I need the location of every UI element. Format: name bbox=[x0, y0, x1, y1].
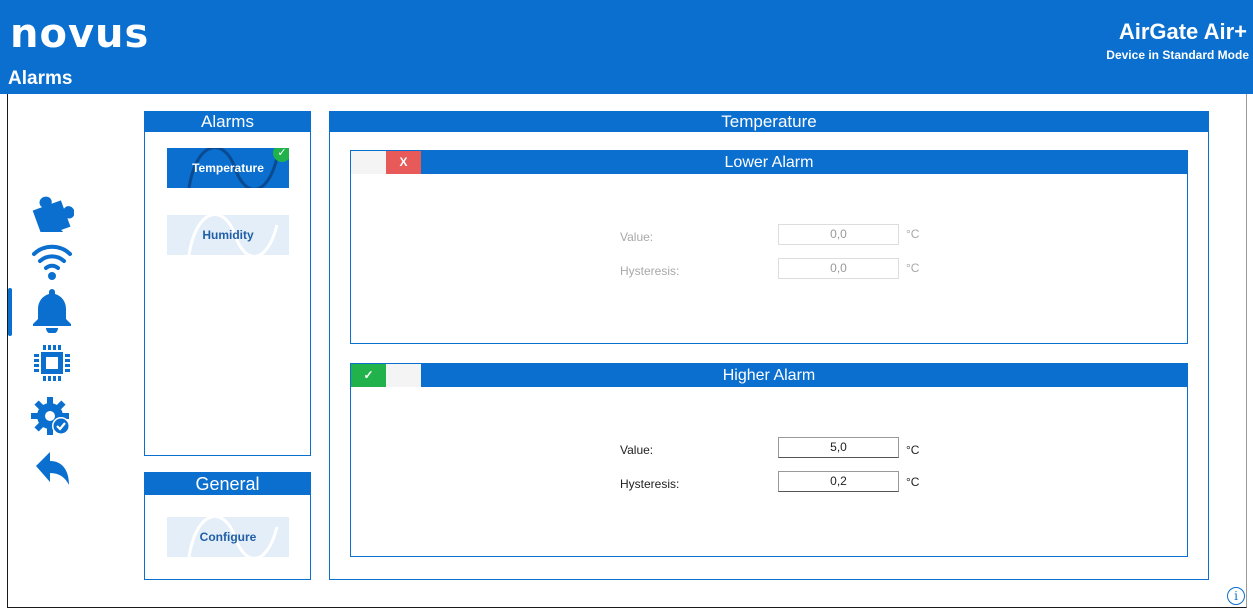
lower-alarm-title: Lower Alarm bbox=[724, 154, 814, 171]
device-mode: Device in Standard Mode bbox=[1106, 48, 1249, 62]
lower-hysteresis-label: Hysteresis: bbox=[620, 264, 680, 278]
app-window: novus Alarms AirGate Air+ Device in Stan… bbox=[0, 0, 1253, 610]
lower-hysteresis-input[interactable]: 0,0 bbox=[778, 258, 899, 279]
nav-device[interactable] bbox=[26, 340, 78, 386]
nav-settings[interactable] bbox=[26, 394, 78, 440]
higher-alarm-title: Higher Alarm bbox=[722, 367, 816, 384]
higher-value-label: Value: bbox=[620, 443, 654, 457]
product-name: AirGate Air+ bbox=[1118, 19, 1247, 44]
alarm-humidity-label: Humidity bbox=[202, 228, 254, 242]
nav-active-indicator bbox=[8, 288, 12, 336]
higher-value-input[interactable]: 5,0 bbox=[778, 437, 899, 458]
nav-back[interactable] bbox=[26, 445, 78, 491]
nav-alarms[interactable] bbox=[26, 287, 78, 333]
general-panel-title: General bbox=[145, 473, 310, 495]
toggle-on-segment bbox=[351, 151, 386, 174]
lower-value-input[interactable]: 0,0 bbox=[778, 224, 899, 245]
higher-hysteresis-label: Hysteresis: bbox=[620, 477, 680, 491]
nav-wifi[interactable] bbox=[26, 237, 78, 283]
toggle-off-x: X bbox=[386, 151, 421, 174]
nav-puzzle[interactable] bbox=[26, 188, 78, 234]
lower-value-unit: °C bbox=[906, 227, 920, 241]
page-title: Alarms bbox=[8, 68, 73, 89]
configure-label: Configure bbox=[199, 530, 257, 544]
lower-value-label: Value: bbox=[620, 230, 654, 244]
lower-alarm-toggle[interactable]: X bbox=[351, 151, 421, 174]
back-arrow-icon bbox=[36, 452, 69, 485]
lower-hysteresis-unit: °C bbox=[906, 261, 920, 275]
higher-alarm-header: ✓ Higher Alarm bbox=[351, 364, 1187, 387]
higher-alarm-panel: ✓ Higher Alarm Value: 5,0 °C Hysteresis:… bbox=[350, 363, 1188, 557]
alarm-humidity-button[interactable]: Humidity bbox=[167, 215, 289, 255]
alarm-temperature-button[interactable]: Temperature ✓ bbox=[167, 148, 289, 188]
bell-icon bbox=[33, 289, 71, 333]
alarms-panel-title: Alarms bbox=[145, 112, 310, 132]
gear-check-icon bbox=[31, 397, 70, 435]
chip-icon bbox=[34, 345, 70, 381]
info-icon[interactable]: i bbox=[1227, 587, 1245, 605]
configure-button[interactable]: Configure bbox=[167, 517, 289, 557]
wifi-icon bbox=[32, 244, 72, 280]
higher-value-unit: °C bbox=[906, 443, 920, 457]
higher-alarm-toggle[interactable]: ✓ bbox=[351, 364, 421, 387]
temperature-panel-title: Temperature bbox=[330, 112, 1208, 132]
temperature-panel: Temperature X Lower Alarm Value: 0,0 °C … bbox=[329, 111, 1209, 580]
higher-hysteresis-input[interactable]: 0,2 bbox=[778, 471, 899, 492]
general-panel: General Configure bbox=[144, 472, 311, 580]
toggle-off-segment bbox=[386, 364, 421, 387]
toggle-on-check: ✓ bbox=[351, 364, 386, 387]
novus-logo: novus bbox=[10, 11, 150, 57]
lower-alarm-header: X Lower Alarm bbox=[351, 151, 1187, 174]
puzzle-icon bbox=[32, 196, 74, 232]
alarms-panel: Alarms Temperature ✓ Humidity bbox=[144, 111, 311, 456]
alarm-temperature-label: Temperature bbox=[192, 161, 264, 175]
check-icon: ✓ bbox=[273, 148, 289, 162]
app-header: novus Alarms AirGate Air+ Device in Stan… bbox=[0, 0, 1253, 94]
higher-hysteresis-unit: °C bbox=[906, 475, 920, 489]
lower-alarm-panel: X Lower Alarm Value: 0,0 °C Hysteresis: … bbox=[350, 150, 1188, 344]
